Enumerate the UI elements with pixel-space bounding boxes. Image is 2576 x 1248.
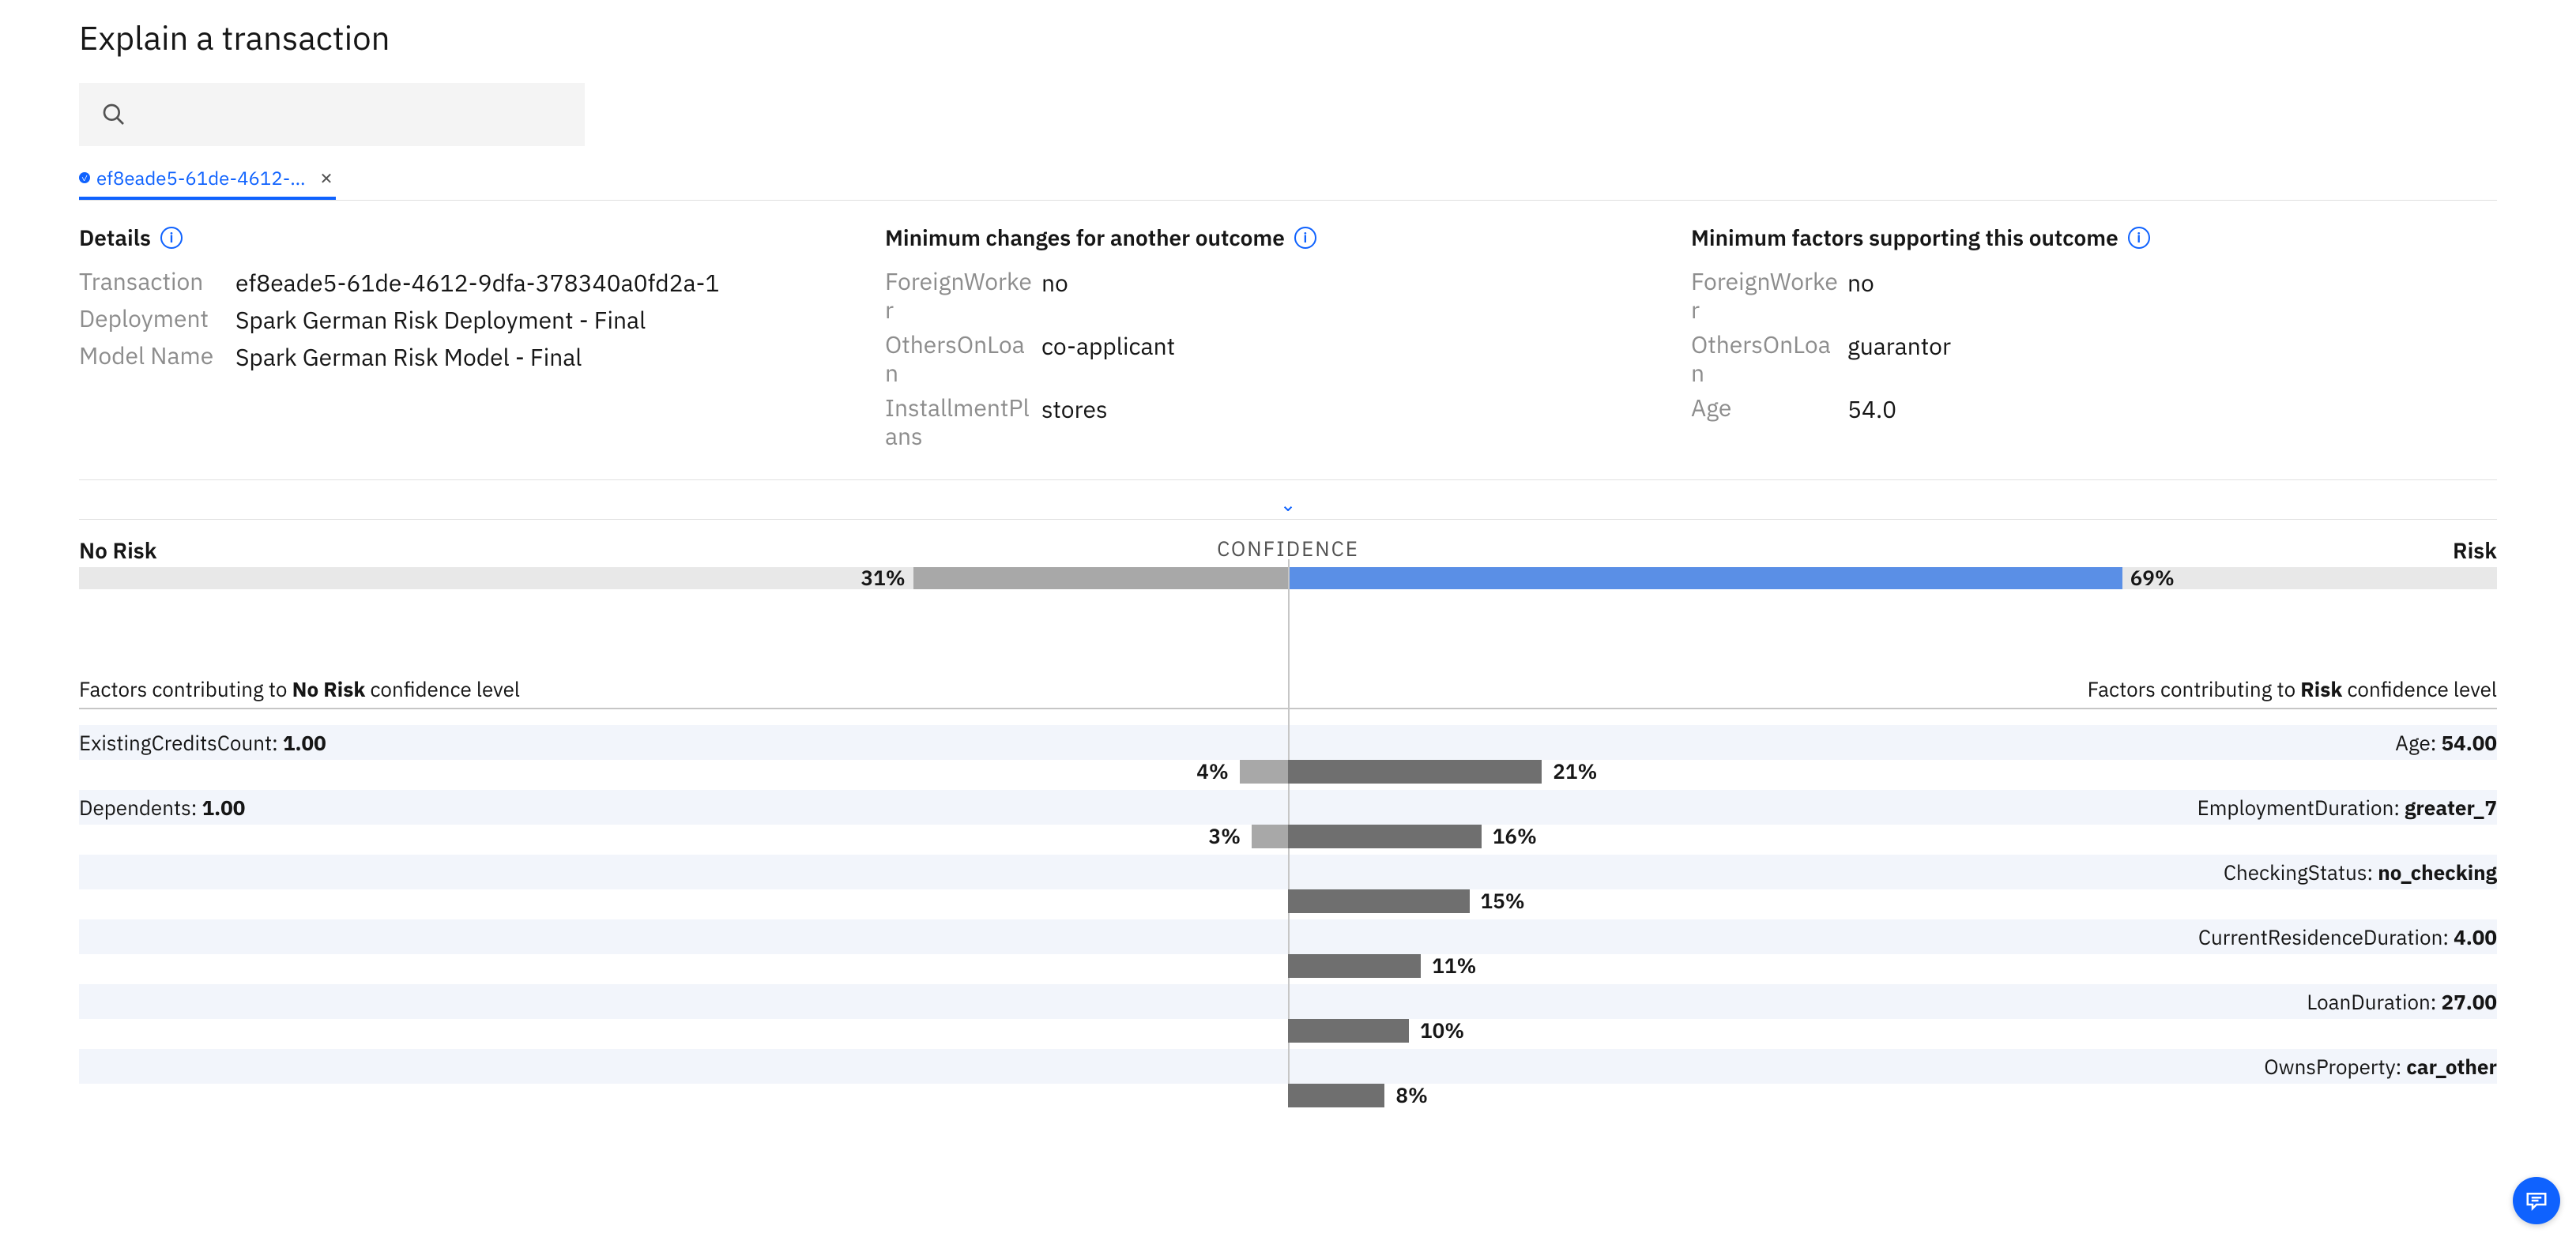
factor-bar-right (1288, 825, 1482, 848)
chat-fab[interactable] (2513, 1177, 2560, 1224)
min-factors-header: Minimum factors supporting this outcome (1691, 223, 2118, 252)
factor-bar-row: 15% (79, 889, 2497, 913)
info-icon[interactable]: i (2128, 227, 2150, 249)
kv-value: no (1841, 268, 1874, 325)
factor-pct-right: 15% (1481, 888, 1525, 915)
factor-bar-right (1288, 760, 1542, 784)
kv-key: InstallmentPlans (885, 394, 1035, 451)
page-title: Explain a transaction (79, 16, 2497, 59)
factor-right-label: EmploymentDuration: greater_7 (1288, 795, 2497, 821)
kv-value: Spark German Risk Model - Final (229, 342, 582, 373)
factor-bar-left (1252, 825, 1288, 848)
kv-value: stores (1035, 394, 1108, 451)
kv-key: Transaction (79, 268, 229, 299)
factor-pct-left: 3% (1209, 823, 1241, 850)
kv-value: co-applicant (1035, 331, 1175, 388)
info-icon[interactable]: i (1294, 227, 1316, 249)
search-box[interactable] (79, 83, 585, 146)
factor-bar-right (1288, 889, 1470, 913)
factor-left-label (79, 924, 1288, 951)
factor-bar-row: 10% (79, 1019, 2497, 1043)
factor-bar-row: 11% (79, 954, 2497, 978)
search-icon (101, 102, 126, 127)
kv-value: 54.0 (1841, 394, 1896, 425)
kv-key: Model Name (79, 342, 229, 373)
details-header: Details (79, 223, 151, 252)
factor-left-label (79, 989, 1288, 1016)
factors-left-header: Factors contributing to No Risk confiden… (79, 676, 1288, 703)
factors-chart: ExistingCreditsCount: 1.00Age: 54.00 4% 21… (79, 709, 2497, 1107)
kv-value: no (1035, 268, 1068, 325)
factor-right-label: Age: 54.00 (1288, 730, 2497, 757)
kv-row: ForeignWorkerno (885, 268, 1659, 325)
kv-key: Deployment (79, 305, 229, 336)
factor-bar-row: 8% (79, 1084, 2497, 1107)
kv-value: ef8eade5-61de-4612-9dfa-378340a0fd2a-1 (229, 268, 719, 299)
factor-pct-left: 4% (1196, 758, 1229, 785)
confidence-right-bar (1288, 567, 2122, 589)
factor-bar-right (1288, 954, 1421, 978)
min-factors-panel: Minimum factors supporting this outcome … (1691, 223, 2497, 457)
factor-bar-right (1288, 1084, 1384, 1107)
kv-row: OthersOnLoanguarantor (1691, 331, 2465, 388)
kv-row: DeploymentSpark German Risk Deployment -… (79, 305, 853, 336)
kv-row: OthersOnLoanco-applicant (885, 331, 1659, 388)
confidence-center-label: CONFIDENCE (1217, 536, 1359, 562)
kv-key: OthersOnLoan (885, 331, 1035, 388)
factor-pct-right: 8% (1395, 1082, 1428, 1109)
factor-left-label (79, 859, 1288, 886)
kv-row: Age54.0 (1691, 394, 2465, 425)
kv-row: InstallmentPlansstores (885, 394, 1659, 451)
factor-bar-row: 3% 16% (79, 825, 2497, 848)
factor-bar-right (1288, 1019, 1409, 1043)
confidence-left-bar (913, 567, 1288, 589)
kv-row: ForeignWorkerno (1691, 268, 2465, 325)
factor-right-label: CurrentResidenceDuration: 4.00 (1288, 924, 2497, 951)
kv-key: ForeignWorker (885, 268, 1035, 325)
factor-bar-left (1240, 760, 1288, 784)
factor-pct-right: 10% (1420, 1017, 1464, 1044)
kv-value: guarantor (1841, 331, 1951, 388)
factor-right-label: LoanDuration: 27.00 (1288, 989, 2497, 1016)
factor-left-label (79, 1054, 1288, 1081)
factor-pct-right: 11% (1432, 953, 1476, 979)
tab-label: ef8eade5-61de-4612-… (96, 165, 306, 190)
factors-right-header: Factors contributing to Risk confidence … (1288, 676, 2497, 703)
min-changes-panel: Minimum changes for another outcome i Fo… (885, 223, 1691, 457)
transaction-tab[interactable]: ✓ ef8eade5-61de-4612-… ✕ (79, 165, 336, 200)
kv-key: ForeignWorker (1691, 268, 1841, 325)
confidence-left-label: No Risk (79, 536, 157, 565)
factor-right-label: OwnsProperty: car_other (1288, 1054, 2497, 1081)
factor-left-label: Dependents: 1.00 (79, 795, 1288, 821)
kv-value: Spark German Risk Deployment - Final (229, 305, 646, 336)
factor-pct-right: 16% (1493, 823, 1537, 850)
search-input[interactable] (139, 101, 563, 128)
min-changes-header: Minimum changes for another outcome (885, 223, 1285, 252)
factor-pct-right: 21% (1553, 758, 1597, 785)
info-icon[interactable]: i (160, 227, 183, 249)
factor-right-label: CheckingStatus: no_checking (1288, 859, 2497, 886)
kv-key: Age (1691, 394, 1841, 425)
confidence-right-pct: 69% (2130, 565, 2175, 592)
confidence-chart: No Risk CONFIDENCE Risk 31% 69% Factors … (79, 536, 2497, 1107)
factor-left-label: ExistingCreditsCount: 1.00 (79, 730, 1288, 757)
confidence-left-pct: 31% (861, 565, 906, 592)
close-icon[interactable]: ✕ (320, 167, 333, 189)
check-icon: ✓ (79, 172, 90, 183)
kv-key: OthersOnLoan (1691, 331, 1841, 388)
factor-bar-row: 4% 21% (79, 760, 2497, 784)
kv-row: Transactionef8eade5-61de-4612-9dfa-37834… (79, 268, 853, 299)
confidence-right-label: Risk (2453, 536, 2497, 565)
kv-row: Model NameSpark German Risk Model - Fina… (79, 342, 853, 373)
details-panel: Details i Transactionef8eade5-61de-4612-… (79, 223, 885, 457)
chevron-down-icon[interactable]: ⌄ (1280, 491, 1296, 517)
chat-icon (2525, 1189, 2548, 1212)
